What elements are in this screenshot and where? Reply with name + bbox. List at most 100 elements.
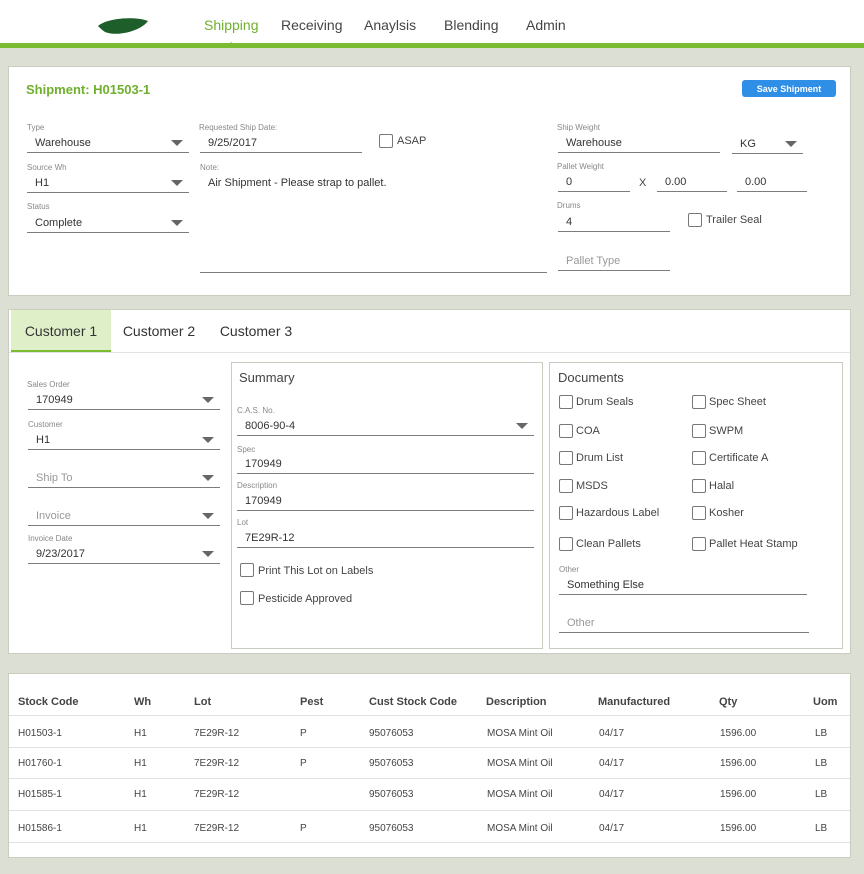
pallet-dim2-input[interactable]: 0.00: [737, 172, 807, 192]
column-header-manufactured: Manufactured: [598, 696, 671, 708]
halal-checkbox[interactable]: [692, 479, 706, 493]
pallet-weight-value: 0: [566, 176, 573, 188]
requested-ship-date-input[interactable]: 9/25/2017: [200, 133, 362, 153]
type-value: Warehouse: [35, 137, 91, 149]
hazardous-label-label: Hazardous Label: [576, 507, 660, 519]
cell-wh: H1: [134, 823, 147, 834]
status-select[interactable]: Complete: [27, 213, 189, 233]
lot-input[interactable]: 7E29R-12: [237, 528, 534, 548]
cas-value: 8006-90-4: [245, 420, 296, 432]
hazardous-label-checkbox[interactable]: [559, 506, 573, 520]
pallet-dim1-input[interactable]: 0.00: [657, 172, 727, 192]
table-row[interactable]: H01503-1 H1 7E29R-12 P 95076053 MOSA Min…: [9, 715, 850, 747]
spec-sheet-label: Spec Sheet: [709, 396, 766, 408]
shipment-panel: Shipment: H01503-1 Save Shipment Type Wa…: [8, 66, 851, 296]
asap-checkbox[interactable]: [379, 134, 393, 148]
pallet-weight-label: Pallet Weight: [557, 162, 604, 171]
cell-cust-stock-code: 95076053: [369, 758, 414, 769]
ship-to-select[interactable]: Ship To: [28, 468, 220, 488]
chevron-down-icon: [171, 220, 183, 226]
other-label: Other: [559, 565, 580, 574]
cas-select[interactable]: 8006-90-4: [237, 416, 534, 436]
pallet-heat-stamp-checkbox[interactable]: [692, 537, 706, 551]
column-header-stock-code: Stock Code: [18, 696, 79, 708]
save-shipment-button[interactable]: Save Shipment: [742, 80, 836, 97]
ship-weight-input[interactable]: Warehouse: [558, 133, 720, 153]
table-row[interactable]: H01585-1 H1 7E29R-12 95076053 MOSA Mint …: [9, 778, 850, 810]
cell-cust-stock-code: 95076053: [369, 823, 414, 834]
other-input[interactable]: Something Else: [559, 575, 807, 595]
customer-value: H1: [36, 434, 51, 446]
column-header-lot: Lot: [194, 696, 212, 708]
print-lot-checkbox[interactable]: [240, 563, 254, 577]
clean-pallets-checkbox[interactable]: [559, 537, 573, 551]
top-nav-bar: Shipping Receiving Anaylsis Blending Adm…: [0, 0, 864, 48]
kosher-label: Kosher: [709, 507, 744, 519]
coa-checkbox[interactable]: [559, 424, 573, 438]
cell-pest: P: [300, 758, 307, 769]
msds-checkbox[interactable]: [559, 479, 573, 493]
cell-wh: H1: [134, 789, 147, 800]
status-label: Status: [27, 202, 50, 211]
chevron-down-icon: [171, 140, 183, 146]
stock-table: Stock Code Wh Lot Pest Cust Stock Code D…: [8, 673, 851, 858]
customer-label: Customer: [28, 420, 63, 429]
kosher-checkbox[interactable]: [692, 506, 706, 520]
coa-label: COA: [576, 425, 600, 437]
customer-select[interactable]: H1: [28, 430, 220, 450]
tab-customer-3[interactable]: Customer 3: [213, 310, 299, 353]
tab-customer-1[interactable]: Customer 1: [11, 310, 111, 353]
cell-manufactured: 04/17: [599, 758, 625, 769]
shipment-title: Shipment: H01503-1: [26, 82, 151, 97]
nav-analysis[interactable]: Anaylsis: [364, 17, 416, 33]
nav-shipping[interactable]: Shipping: [204, 17, 259, 33]
pallet-dim2-value: 0.00: [745, 176, 767, 188]
note-textarea[interactable]: Air Shipment - Please strap to pallet.: [200, 173, 547, 273]
tab-customer-2[interactable]: Customer 2: [116, 310, 202, 353]
nav-blending[interactable]: Blending: [444, 17, 499, 33]
clean-pallets-label: Clean Pallets: [576, 538, 641, 550]
column-header-description: Description: [486, 696, 547, 708]
pallet-weight-input[interactable]: 0: [558, 172, 630, 192]
spec-label: Spec: [237, 445, 256, 454]
other-placeholder: Other: [567, 617, 595, 629]
cell-description: MOSA Mint Oil: [487, 789, 553, 800]
other-input-2[interactable]: Other: [559, 613, 809, 633]
lot-value: 7E29R-12: [245, 532, 295, 544]
nav-receiving[interactable]: Receiving: [281, 17, 342, 33]
drums-input[interactable]: 4: [558, 212, 670, 232]
description-input[interactable]: 170949: [237, 491, 534, 511]
requested-ship-date-label: Requested Ship Date:: [199, 123, 278, 132]
pesticide-approved-checkbox[interactable]: [240, 591, 254, 605]
cell-qty: 1596.00: [720, 823, 757, 834]
drum-seals-checkbox[interactable]: [559, 395, 573, 409]
source-wh-select[interactable]: H1: [27, 173, 189, 193]
pallet-type-input[interactable]: Pallet Type: [558, 251, 670, 271]
type-select[interactable]: Warehouse: [27, 133, 189, 153]
drum-list-checkbox[interactable]: [559, 451, 573, 465]
spec-input[interactable]: 170949: [237, 454, 534, 474]
certificate-a-checkbox[interactable]: [692, 451, 706, 465]
invoice-date-select[interactable]: 9/23/2017: [28, 544, 220, 564]
trailer-seal-checkbox[interactable]: [688, 213, 702, 227]
nav-admin[interactable]: Admin: [526, 17, 566, 33]
drum-list-label: Drum List: [576, 452, 624, 464]
asap-label: ASAP: [397, 135, 427, 147]
swpm-checkbox[interactable]: [692, 424, 706, 438]
spec-sheet-checkbox[interactable]: [692, 395, 706, 409]
requested-ship-date-value: 9/25/2017: [208, 137, 257, 149]
invoice-date-value: 9/23/2017: [36, 548, 85, 560]
cell-wh: H1: [134, 728, 147, 739]
sales-order-select[interactable]: 170949: [28, 390, 220, 410]
lot-label: Lot: [237, 518, 249, 527]
cell-qty: 1596.00: [720, 728, 757, 739]
cell-description: MOSA Mint Oil: [487, 823, 553, 834]
table-row[interactable]: H01586-1 H1 7E29R-12 P 95076053 MOSA Min…: [9, 810, 850, 842]
invoice-select[interactable]: Invoice: [28, 506, 220, 526]
weight-unit-select[interactable]: KG: [732, 134, 803, 154]
active-nav-caret-icon: [225, 42, 237, 48]
msds-label: MSDS: [576, 480, 608, 492]
table-row[interactable]: H01760-1 H1 7E29R-12 P 95076053 MOSA Min…: [9, 747, 850, 778]
cas-label: C.A.S. No.: [237, 406, 275, 415]
column-header-cust-stock-code: Cust Stock Code: [369, 696, 458, 708]
